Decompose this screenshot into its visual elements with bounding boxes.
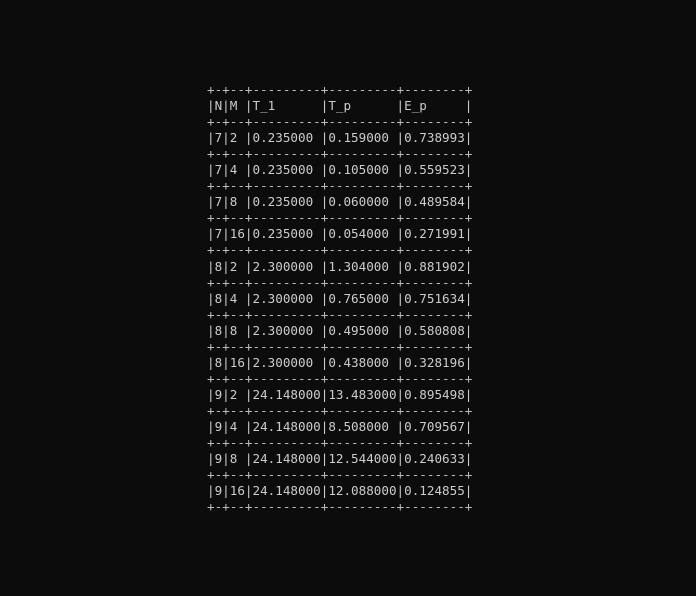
results-table: +-+--+---------+---------+--------+ |N|M …: [207, 82, 472, 515]
table-border-line: +-+--+---------+---------+--------+: [207, 370, 473, 386]
table-border-line: +-+--+---------+---------+--------+: [207, 114, 473, 130]
table-border-line: +-+--+---------+---------+--------+: [207, 274, 473, 290]
table-row: |7|16|0.235000 |0.054000 |0.271991|: [207, 226, 473, 242]
table-border-line: +-+--+---------+---------+--------+: [207, 146, 473, 162]
table-border-line: +-+--+---------+---------+--------+: [207, 178, 473, 194]
table-row: |9|16|24.148000|12.088000|0.124855|: [207, 483, 473, 499]
table-row: |9|8 |24.148000|12.544000|0.240633|: [207, 451, 473, 467]
table-border-line: +-+--+---------+---------+--------+: [207, 82, 473, 97]
table-row: |7|4 |0.235000 |0.105000 |0.559523|: [207, 162, 473, 178]
table-border-line: +-+--+---------+---------+--------+: [207, 338, 473, 354]
terminal-window: +-+--+---------+---------+--------+ |N|M …: [0, 0, 696, 596]
table-row: |7|8 |0.235000 |0.060000 |0.489584|: [207, 194, 473, 210]
table-header-row: |N|M |T_1 |T_p |E_p |: [207, 98, 473, 114]
table-border-line: +-+--+---------+---------+--------+: [207, 242, 473, 258]
table-border-line: +-+--+---------+---------+--------+: [207, 306, 473, 322]
table-row: |9|2 |24.148000|13.483000|0.895498|: [207, 386, 473, 402]
table-row: |9|4 |24.148000|8.508000 |0.709567|: [207, 418, 473, 434]
table-row: |7|2 |0.235000 |0.159000 |0.738993|: [207, 130, 473, 146]
table-row: |8|4 |2.300000 |0.765000 |0.751634|: [207, 290, 473, 306]
table-row: |8|8 |2.300000 |0.495000 |0.580808|: [207, 322, 473, 338]
table-row: |8|16|2.300000 |0.438000 |0.328196|: [207, 354, 473, 370]
table-border-line: +-+--+---------+---------+--------+: [207, 402, 473, 418]
table-border-line: +-+--+---------+---------+--------+: [207, 435, 473, 451]
table-border-line: +-+--+---------+---------+--------+: [207, 499, 473, 515]
table-border-line: +-+--+---------+---------+--------+: [207, 467, 473, 483]
table-row: |8|2 |2.300000 |1.304000 |0.881902|: [207, 258, 473, 274]
table-border-line: +-+--+---------+---------+--------+: [207, 210, 473, 226]
